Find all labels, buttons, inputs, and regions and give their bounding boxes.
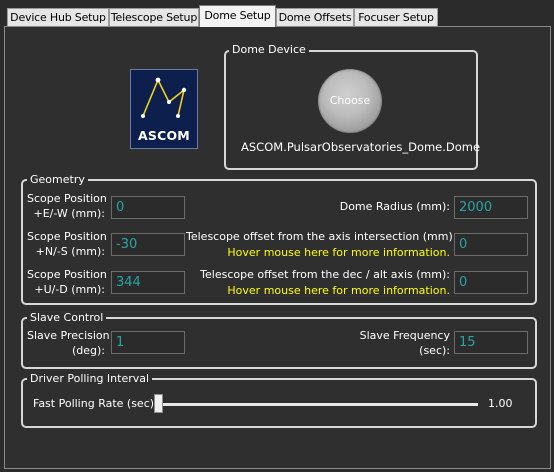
axis-offset-input[interactable] — [454, 233, 528, 256]
slave-frequency-label-line2: (sec): — [419, 344, 450, 357]
axis-offset-hint[interactable]: Hover mouse here for more information. — [186, 246, 450, 259]
polling-slider-thumb[interactable] — [154, 394, 163, 413]
scope-ud-label-line2: +U/-D (mm): — [34, 283, 105, 296]
choose-button[interactable]: Choose — [318, 69, 382, 133]
scope-ns-label-line2: +N/-S (mm): — [35, 245, 105, 258]
tab-dome-setup[interactable]: Dome Setup — [199, 5, 276, 27]
dome-radius-input[interactable] — [454, 196, 528, 219]
scope-ew-label-line1: Scope Position — [27, 192, 107, 205]
scope-ud-label-line1: Scope Position — [27, 268, 107, 281]
dome-device-title: Dome Device — [229, 43, 309, 56]
scope-ew-label-line2: +E/-W (mm): — [33, 207, 106, 220]
slave-frequency-label-line1: Slave Frequency — [359, 329, 450, 342]
dec-offset-label: Telescope offset from the dec / alt axis… — [200, 268, 450, 281]
slave-frequency-input[interactable] — [454, 331, 528, 354]
tab-device-hub-setup[interactable]: Device Hub Setup — [7, 8, 109, 26]
slave-precision-label-line2: (deg): — [71, 344, 105, 357]
tab-telescope-setup[interactable]: Telescope Setup — [109, 8, 199, 26]
dome-device-name: ASCOM.PulsarObservatories_Dome.Dome — [241, 140, 481, 154]
polling-slider-track[interactable] — [156, 403, 478, 406]
polling-title: Driver Polling Interval — [27, 372, 153, 385]
logo-text: ASCOM — [138, 128, 190, 143]
slave-precision-input[interactable] — [111, 331, 185, 354]
fast-polling-rate-label: Fast Polling Rate (sec): — [33, 397, 158, 410]
dome-radius-label: Dome Radius (mm): — [339, 200, 450, 213]
scope-ud-input[interactable] — [111, 271, 185, 294]
ascom-star-icon — [141, 77, 187, 118]
scope-ns-input[interactable] — [111, 233, 185, 256]
dec-offset-hint[interactable]: Hover mouse here for more information. — [186, 284, 450, 297]
ascom-logo: ASCOM — [130, 69, 198, 149]
tab-focuser-setup[interactable]: Focuser Setup — [354, 8, 438, 26]
axis-offset-label: Telescope offset from the axis intersect… — [186, 230, 457, 243]
tab-dome-offsets[interactable]: Dome Offsets — [276, 8, 354, 26]
geometry-title: Geometry — [27, 173, 88, 186]
slave-precision-label-line1: Slave Precision — [27, 329, 110, 342]
dec-offset-input[interactable] — [454, 271, 528, 294]
fast-polling-rate-value: 1.00 — [488, 397, 513, 410]
slave-control-title: Slave Control — [27, 311, 107, 324]
scope-ew-input[interactable] — [111, 196, 185, 219]
scope-ns-label-line1: Scope Position — [27, 230, 107, 243]
